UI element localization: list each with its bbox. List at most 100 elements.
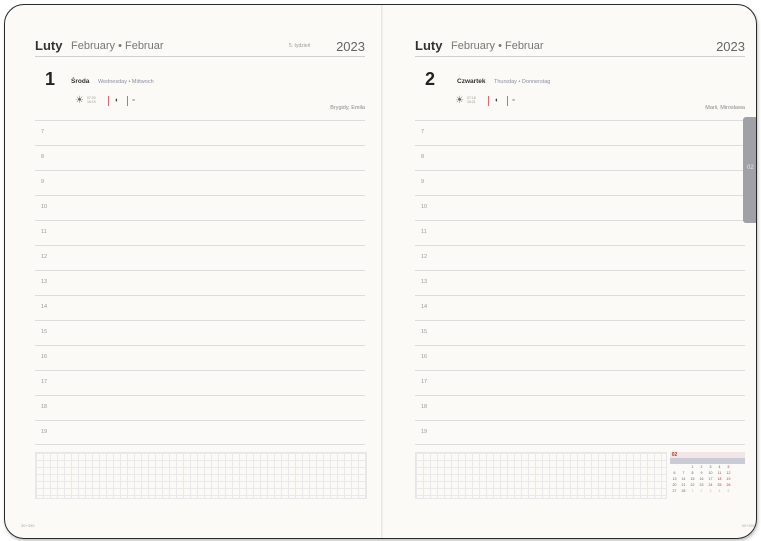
hour-row[interactable]: 17	[35, 370, 365, 395]
hour-label: 11	[41, 229, 47, 235]
mini-calendar-day: 5	[727, 489, 730, 493]
mini-calendar-day: 1	[691, 489, 694, 493]
hour-row[interactable]: 11	[35, 220, 365, 245]
hour-row[interactable]: 15	[35, 320, 365, 345]
hour-row[interactable]: 16	[35, 345, 365, 370]
year: 2023	[716, 39, 745, 54]
hour-lines: 7 8 9 10 11 12 13 14 15 16 17 18 19	[35, 120, 365, 445]
hour-row[interactable]: 9	[35, 170, 365, 195]
day-name: Środa	[71, 78, 90, 85]
header-rule	[415, 56, 745, 57]
hour-row[interactable]: 11	[415, 220, 745, 245]
hour-label: 9	[41, 179, 45, 185]
left-page: Luty February • Februar 5. tydzień 2023 …	[21, 5, 367, 538]
hour-row[interactable]: 17	[415, 370, 745, 395]
day-number: 2	[425, 69, 436, 89]
hour-row[interactable]: 19	[35, 420, 365, 445]
hour-row[interactable]: 14	[415, 295, 745, 320]
hour-row[interactable]: 8	[35, 145, 365, 170]
hour-row[interactable]: 13	[415, 270, 745, 295]
month-title: Luty	[415, 38, 443, 53]
hour-row[interactable]: 12	[415, 245, 745, 270]
hour-label: 16	[421, 354, 428, 360]
header-rule	[35, 56, 365, 57]
hour-row[interactable]: 16	[415, 345, 745, 370]
hour-row[interactable]: 13	[35, 270, 365, 295]
month-alt-title: February • Februar	[451, 40, 544, 52]
month-tab[interactable]: 02	[743, 117, 756, 223]
planner-spread: Luty February • Februar 5. tydzień 2023 …	[4, 4, 757, 539]
hour-row[interactable]: 12	[35, 245, 365, 270]
day-name-alt: Wednesday • Mittwoch	[98, 79, 154, 85]
hour-lines: 7 8 9 10 11 12 13 14 15 16 17 18 19	[415, 120, 745, 445]
day-number: 1	[45, 69, 56, 89]
hour-label: 9	[421, 179, 425, 185]
sunset-time: 16:19	[87, 100, 96, 104]
hour-label: 14	[421, 304, 428, 310]
hour-label: 8	[421, 154, 425, 160]
month-alt-title: February • Februar	[71, 40, 164, 52]
mini-calendar-day: 4	[718, 489, 721, 493]
page-number: 30+330	[741, 523, 755, 528]
divider-bar	[488, 96, 489, 106]
year: 2023	[336, 39, 365, 54]
hour-label: 19	[41, 429, 48, 435]
hour-label: 10	[41, 204, 48, 210]
sun-times: 07:20 16:19	[87, 96, 96, 104]
namesday: Marii, Mirosława	[705, 105, 745, 111]
hour-row[interactable]: 10	[415, 195, 745, 220]
mini-calendar-day: 28	[681, 489, 686, 493]
moon-phase-icon: ◐	[495, 97, 500, 104]
hour-label: 8	[41, 154, 45, 160]
hour-label: 18	[421, 404, 428, 410]
hour-label: 7	[421, 129, 425, 135]
notes-grid[interactable]	[415, 452, 667, 499]
hour-row[interactable]: 15	[415, 320, 745, 345]
hour-label: 11	[421, 229, 427, 235]
divider-bar	[507, 96, 508, 106]
hour-label: 15	[41, 329, 48, 335]
notes-grid[interactable]	[35, 452, 367, 499]
mini-calendar-day: 2	[700, 489, 703, 493]
hour-row[interactable]: 18	[415, 395, 745, 420]
mini-calendar-day: 27	[672, 489, 677, 493]
hour-label: 18	[41, 404, 48, 410]
hour-row[interactable]: 7	[35, 120, 365, 145]
hour-row[interactable]: 8	[415, 145, 745, 170]
moon-phase-icon: ◐	[115, 97, 120, 104]
hour-label: 14	[41, 304, 48, 310]
namesday: Brygidy, Emila	[330, 105, 365, 111]
mini-calendar-day: 3	[709, 489, 712, 493]
tide-icon: ≈	[512, 98, 516, 104]
hour-row[interactable]: 18	[35, 395, 365, 420]
hour-label: 7	[41, 129, 45, 135]
hour-label: 17	[41, 379, 48, 385]
hour-label: 13	[421, 279, 428, 285]
hour-row[interactable]: 19	[415, 420, 745, 445]
sunset-time: 16:21	[467, 100, 476, 104]
hour-row[interactable]: 10	[35, 195, 365, 220]
hour-label: 13	[41, 279, 48, 285]
day-name: Czwartek	[457, 78, 486, 85]
mini-calendar: 02 1 2 3 4 5 6 7 8 9 10 11 12 13 14 15 16 17 18 19 20 21 22 23…	[670, 452, 745, 497]
month-title: Luty	[35, 38, 63, 53]
hour-label: 17	[421, 379, 428, 385]
divider-bar	[108, 96, 109, 106]
hour-row[interactable]: 9	[415, 170, 745, 195]
hour-label: 15	[421, 329, 428, 335]
sun-icon: ☀	[75, 95, 84, 106]
divider-bar	[127, 96, 128, 106]
page-number: 30+330	[21, 523, 35, 528]
book-spine	[381, 5, 383, 538]
hour-row[interactable]: 7	[415, 120, 745, 145]
mini-calendar-month: 02	[671, 452, 678, 458]
month-tab-label: 02	[747, 165, 754, 171]
hour-label: 10	[421, 204, 428, 210]
sun-times: 07:18 16:21	[467, 96, 476, 104]
hour-row[interactable]: 14	[35, 295, 365, 320]
sun-icon: ☀	[455, 95, 464, 106]
mini-calendar-week: 27 28 1 2 3 4 5	[670, 488, 745, 494]
hour-label: 12	[41, 254, 48, 260]
week-number: 5. tydzień	[289, 43, 311, 49]
day-name-alt: Thursday • Donnerstag	[494, 79, 551, 85]
